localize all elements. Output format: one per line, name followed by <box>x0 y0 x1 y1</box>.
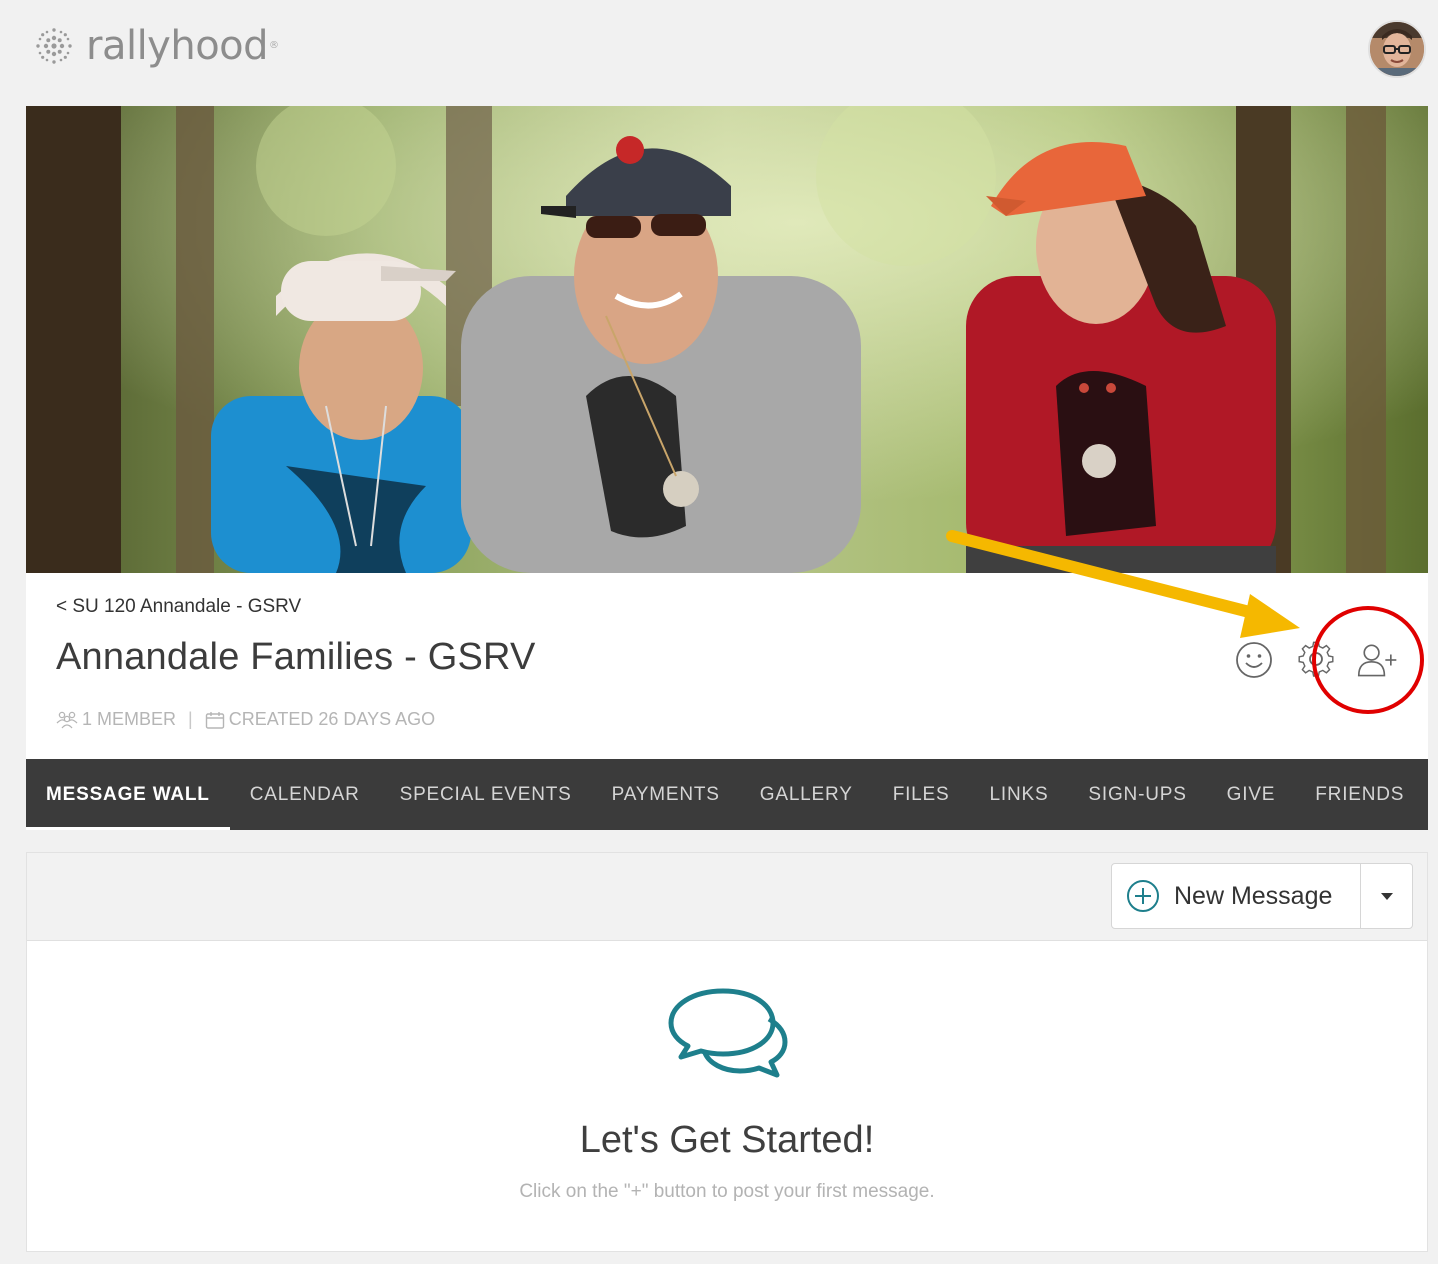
meta-separator: | <box>188 709 193 729</box>
plus-circle-icon <box>1127 880 1159 912</box>
logo-wordmark: rallyhood® <box>86 24 279 68</box>
logo-text: rallyhood <box>86 23 269 69</box>
logo-trademark: ® <box>269 40 279 51</box>
group-actions <box>1232 638 1400 682</box>
tab-calendar[interactable]: CALENDAR <box>230 759 380 830</box>
message-wall-panel: New Message Let's Get Started! Click on … <box>26 852 1428 1252</box>
rallyhood-logo[interactable]: rallyhood® <box>32 24 279 68</box>
new-message-dropdown-toggle[interactable] <box>1360 864 1412 928</box>
group-cover-photo <box>26 106 1428 573</box>
top-bar: rallyhood® <box>0 0 1438 100</box>
add-member-button[interactable] <box>1356 638 1400 682</box>
tab-sign-ups[interactable]: SIGN-UPS <box>1068 759 1206 830</box>
group-meta: 1 MEMBER | CREATED 26 DAYS AGO <box>56 709 435 730</box>
tab-give[interactable]: GIVE <box>1207 759 1296 830</box>
emoji-button[interactable] <box>1232 638 1276 682</box>
settings-button[interactable] <box>1294 638 1338 682</box>
cover-photo-illustration <box>26 106 1428 573</box>
tab-message-wall[interactable]: MESSAGE WALL <box>26 759 230 830</box>
tab-payments[interactable]: PAYMENTS <box>592 759 740 830</box>
tab-special-events[interactable]: SPECIAL EVENTS <box>380 759 592 830</box>
group-title: Annandale Families - GSRV <box>56 636 536 678</box>
new-message-split-button: New Message <box>1111 863 1413 929</box>
created-date: CREATED 26 DAYS AGO <box>228 709 436 729</box>
group-header-card: < SU 120 Annandale - GSRV Annandale Fami… <box>26 106 1428 830</box>
emoji-icon <box>1236 642 1272 678</box>
calendar-icon <box>205 711 224 729</box>
chat-bubbles-icon <box>668 988 788 1078</box>
group-nav: MESSAGE WALL CALENDAR SPECIAL EVENTS PAY… <box>26 759 1428 830</box>
empty-state: Let's Get Started! Click on the "+" butt… <box>27 941 1427 1251</box>
member-count[interactable]: 1 MEMBER <box>82 709 176 730</box>
empty-state-subtitle: Click on the "+" button to post your fir… <box>519 1181 935 1202</box>
add-user-icon <box>1357 644 1397 677</box>
new-message-label: New Message <box>1174 881 1333 910</box>
chevron-down-icon <box>1380 892 1393 900</box>
gear-icon <box>1298 641 1334 677</box>
new-message-button[interactable]: New Message <box>1112 864 1360 928</box>
rallyhood-logo-icon <box>36 28 72 64</box>
message-wall-toolbar: New Message <box>27 853 1427 941</box>
members-icon <box>56 711 78 728</box>
tab-links[interactable]: LINKS <box>970 759 1069 830</box>
tab-friends[interactable]: FRIENDS <box>1295 759 1424 830</box>
empty-state-title: Let's Get Started! <box>579 1119 875 1161</box>
tab-gallery[interactable]: GALLERY <box>740 759 873 830</box>
avatar-portrait <box>1370 22 1424 76</box>
breadcrumb-parent-group[interactable]: < SU 120 Annandale - GSRV <box>56 596 301 618</box>
tab-files[interactable]: FILES <box>873 759 970 830</box>
user-avatar[interactable] <box>1368 20 1426 78</box>
